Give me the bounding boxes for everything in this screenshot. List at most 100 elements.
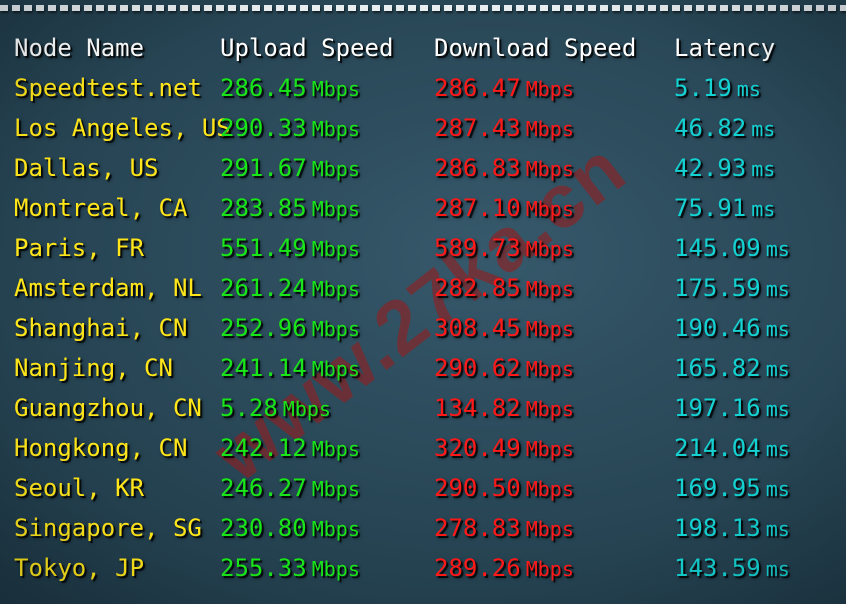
cell-latency: 198.13 ms [674, 508, 790, 549]
node-name-text: Singapore, SG [14, 514, 202, 542]
download-unit-label: Mbps [525, 357, 574, 381]
latency-value: 214.04 [674, 434, 761, 462]
upload-value: 5.28 [220, 394, 278, 422]
cell-upload: 286.45 Mbps [220, 68, 360, 109]
cell-upload: 241.14 Mbps [220, 348, 360, 389]
node-name-text: Dallas, US [14, 154, 159, 182]
cell-download: 308.45 Mbps [434, 308, 574, 349]
cell-node: Dallas, US [14, 148, 159, 188]
download-value: 308.45 [434, 314, 521, 342]
upload-unit-label: Mbps [311, 277, 360, 301]
latency-value: 165.82 [674, 354, 761, 382]
cell-latency: 42.93 ms [674, 148, 775, 189]
cell-latency: 46.82 ms [674, 108, 775, 149]
cell-upload: 255.33 Mbps [220, 548, 360, 589]
latency-unit-label: ms [751, 157, 776, 181]
latency-value: 42.93 [674, 154, 747, 182]
cell-node: Nanjing, CN [14, 348, 173, 388]
upload-unit-label: Mbps [311, 557, 360, 581]
cell-download: 290.62 Mbps [434, 348, 574, 389]
cell-node: Tokyo, JP [14, 548, 144, 588]
download-unit-label: Mbps [525, 157, 574, 181]
latency-value: 190.46 [674, 314, 761, 342]
upload-value: 241.14 [220, 354, 307, 382]
cell-node: Hongkong, CN [14, 428, 187, 468]
cell-download: 278.83 Mbps [434, 508, 574, 549]
cell-latency: 175.59 ms [674, 268, 790, 309]
cell-upload: 551.49 Mbps [220, 228, 360, 269]
upload-unit-label: Mbps [311, 197, 360, 221]
upload-value: 255.33 [220, 554, 307, 582]
table-row: Paris, FR 551.49 Mbps 589.73 Mbps 145.09 ms [0, 228, 846, 268]
cell-node: Montreal, CA [14, 188, 187, 228]
cell-download: 289.26 Mbps [434, 548, 574, 589]
download-unit-label: Mbps [525, 77, 574, 101]
download-unit-label: Mbps [525, 117, 574, 141]
download-value: 134.82 [434, 394, 521, 422]
cell-node: Seoul, KR [14, 468, 144, 508]
upload-value: 230.80 [220, 514, 307, 542]
node-name-text: Tokyo, JP [14, 554, 145, 582]
upload-value: 286.45 [220, 74, 307, 102]
cell-latency: 190.46 ms [674, 308, 790, 349]
latency-unit-label: ms [765, 477, 790, 501]
cell-download: 134.82 Mbps [434, 388, 574, 429]
download-unit-label: Mbps [525, 277, 574, 301]
table-row: Singapore, SG 230.80 Mbps 278.83 Mbps 198.13 m… [0, 508, 846, 548]
cell-latency: 5.19 ms [674, 68, 761, 109]
speedtest-results-screenshot: www.27ka.cn Node Name Upload Speed Downloa… [0, 0, 846, 604]
cell-latency: 214.04 ms [674, 428, 790, 469]
cell-download: 287.10 Mbps [434, 188, 574, 229]
download-unit-label: Mbps [525, 437, 574, 461]
node-name-text: Seoul, KR [14, 474, 145, 502]
latency-value: 169.95 [674, 474, 761, 502]
upload-unit-label: Mbps [311, 477, 360, 501]
cell-latency: 197.16 ms [674, 388, 790, 429]
download-unit-label: Mbps [525, 197, 574, 221]
latency-value: 175.59 [674, 274, 761, 302]
node-name-text: Amsterdam, NL [14, 274, 202, 302]
cell-download: 286.47 Mbps [434, 68, 574, 109]
cell-latency: 75.91 ms [674, 188, 775, 229]
cell-download: 286.83 Mbps [434, 148, 574, 189]
cell-latency: 145.09 ms [674, 228, 790, 269]
upload-unit-label: Mbps [311, 517, 360, 541]
latency-unit-label: ms [751, 197, 776, 221]
upload-value: 290.33 [220, 114, 307, 142]
cell-download: 287.43 Mbps [434, 108, 574, 149]
download-value: 289.26 [434, 554, 521, 582]
cell-upload: 291.67 Mbps [220, 148, 360, 189]
download-unit-label: Mbps [525, 557, 574, 581]
cell-download: 320.49 Mbps [434, 428, 574, 469]
download-unit-label: Mbps [525, 477, 574, 501]
latency-unit-label: ms [751, 117, 776, 141]
table-row: Nanjing, CN 241.14 Mbps 290.62 Mbps 165.82 ms [0, 348, 846, 388]
column-header-latency: Latency [674, 34, 776, 62]
latency-value: 143.59 [674, 554, 761, 582]
node-name-text: Los Angeles, US [14, 114, 231, 142]
latency-value: 5.19 [674, 74, 732, 102]
cell-node: Guangzhou, CN [14, 388, 202, 428]
node-name-text: Hongkong, CN [14, 434, 188, 462]
latency-value: 197.16 [674, 394, 761, 422]
cell-upload: 290.33 Mbps [220, 108, 360, 149]
cell-download: 282.85 Mbps [434, 268, 574, 309]
column-header-node: Node Name [14, 34, 145, 62]
latency-unit-label: ms [765, 557, 790, 581]
column-header-download: Download Speed [434, 34, 637, 62]
table-row: Hongkong, CN 242.12 Mbps 320.49 Mbps 214.04 ms [0, 428, 846, 468]
latency-value: 46.82 [674, 114, 747, 142]
table-row: Los Angeles, US 290.33 Mbps 287.43 Mbps 46.82… [0, 108, 846, 148]
download-value: 287.43 [434, 114, 521, 142]
table-row: Guangzhou, CN 5.28 Mbps 134.82 Mbps 197.16 ms [0, 388, 846, 428]
latency-unit-label: ms [765, 397, 790, 421]
upload-value: 252.96 [220, 314, 307, 342]
cell-upload: 261.24 Mbps [220, 268, 360, 309]
node-name-text: Guangzhou, CN [14, 394, 202, 422]
latency-unit-label: ms [765, 277, 790, 301]
upload-unit-label: Mbps [282, 397, 331, 421]
upload-value: 291.67 [220, 154, 307, 182]
cell-node: Amsterdam, NL [14, 268, 202, 308]
download-value: 287.10 [434, 194, 521, 222]
download-value: 278.83 [434, 514, 521, 542]
